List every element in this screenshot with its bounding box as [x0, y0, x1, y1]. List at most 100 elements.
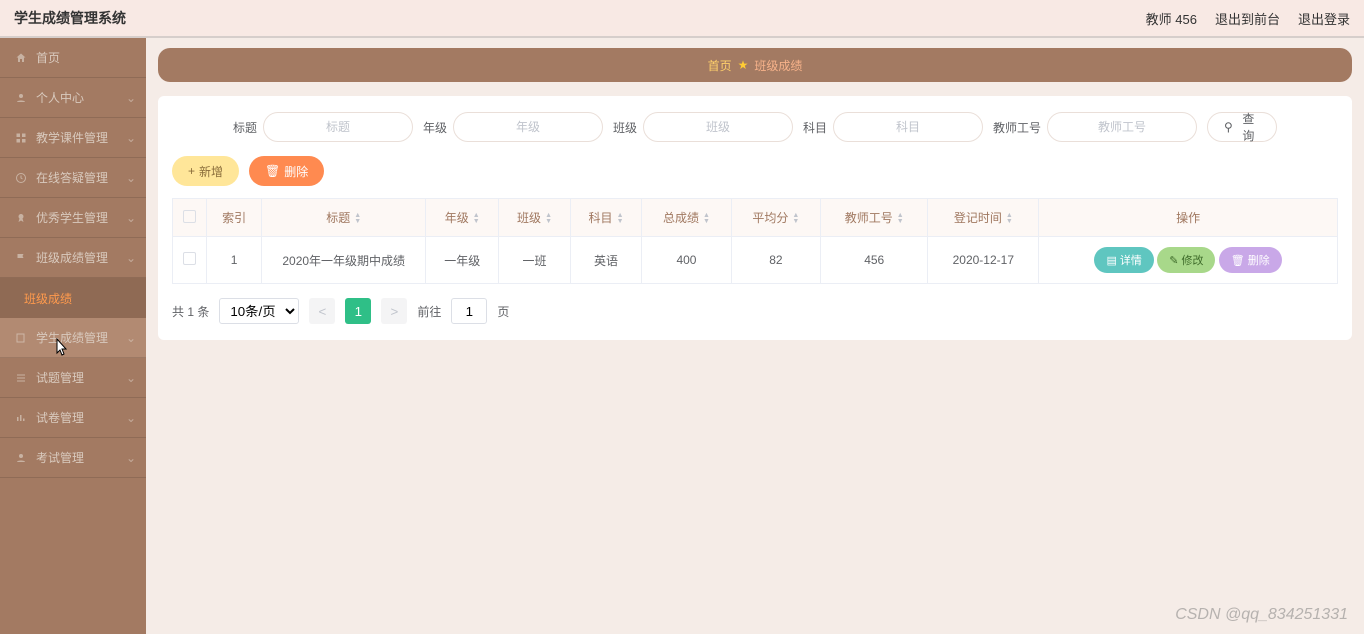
sort-icon [792, 213, 799, 225]
delete-button[interactable]: 🗑删除 [249, 156, 324, 186]
sidebar-item-profile[interactable]: 个人中心 ⌄ [0, 78, 146, 118]
grid-icon [14, 131, 28, 145]
sidebar-subitem-class-score[interactable]: 班级成绩 [0, 278, 146, 318]
cell-avg: 82 [731, 237, 820, 284]
col-title[interactable]: 标题 [262, 199, 426, 237]
filter-bar: 标题 年级 班级 科目 教师工号 ⚲查询 [172, 112, 1338, 142]
cell-subject: 英语 [570, 237, 642, 284]
edit-button[interactable]: ✎修改 [1157, 247, 1215, 273]
sort-icon [545, 213, 552, 225]
sort-icon [1006, 213, 1013, 225]
prev-page-button[interactable]: < [309, 298, 335, 324]
breadcrumb: 首页 ★ 班级成绩 [158, 48, 1352, 82]
col-avg[interactable]: 平均分 [731, 199, 820, 237]
sidebar-item-qa[interactable]: 在线答疑管理 ⌄ [0, 158, 146, 198]
flag-icon [14, 251, 28, 265]
detail-button[interactable]: ▤详情 [1094, 247, 1153, 273]
sidebar-item-label: 在线答疑管理 [36, 169, 108, 186]
cell-actions: ▤详情 ✎修改 🗑删除 [1039, 237, 1338, 284]
sidebar-item-label: 优秀学生管理 [36, 209, 108, 226]
sidebar-item-label: 首页 [36, 49, 60, 66]
star-icon: ★ [738, 58, 749, 72]
cell-title: 2020年一年级期中成绩 [262, 237, 426, 284]
sort-icon [354, 213, 361, 225]
sidebar-item-label: 个人中心 [36, 89, 84, 106]
col-actions: 操作 [1039, 199, 1338, 237]
filter-input-class[interactable] [643, 112, 793, 142]
chevron-down-icon: ⌄ [126, 371, 136, 385]
filter-input-tid[interactable] [1047, 112, 1197, 142]
main-content: 首页 ★ 班级成绩 标题 年级 班级 科目 教师工号 ⚲查询 +新增 🗑删除 索… [146, 38, 1364, 634]
sidebar-item-class-score[interactable]: 班级成绩管理 ⌄ [0, 238, 146, 278]
trash-icon: 🗑 [1231, 254, 1245, 267]
chevron-down-icon: ⌄ [126, 451, 136, 465]
filter-label-tid: 教师工号 [993, 119, 1041, 136]
exit-front-link[interactable]: 退出到前台 [1215, 9, 1280, 28]
page-1-button[interactable]: 1 [345, 298, 371, 324]
add-button[interactable]: +新增 [172, 156, 239, 186]
col-index[interactable]: 索引 [207, 199, 262, 237]
col-class[interactable]: 班级 [499, 199, 571, 237]
chevron-down-icon: ⌄ [126, 251, 136, 265]
cell-tid: 456 [821, 237, 928, 284]
sort-icon [897, 213, 904, 225]
cell-total: 400 [642, 237, 731, 284]
sidebar-item-question[interactable]: 试题管理 ⌄ [0, 358, 146, 398]
sidebar-item-label: 班级成绩 [24, 290, 72, 307]
medal-icon [14, 211, 28, 225]
select-all-checkbox[interactable] [183, 210, 196, 223]
sidebar-item-label: 教学课件管理 [36, 129, 108, 146]
breadcrumb-current: 班级成绩 [754, 57, 802, 74]
sort-icon [617, 213, 624, 225]
sidebar-item-label: 试题管理 [36, 369, 84, 386]
page-size-select[interactable]: 10条/页 [219, 298, 299, 324]
col-grade[interactable]: 年级 [426, 199, 499, 237]
row-checkbox[interactable] [183, 252, 196, 265]
sidebar-item-home[interactable]: 首页 [0, 38, 146, 78]
cell-index: 1 [207, 237, 262, 284]
row-delete-button[interactable]: 🗑删除 [1219, 247, 1282, 273]
pager-total: 共 1 条 [172, 303, 209, 320]
list-icon [14, 371, 28, 385]
table-header-row: 索引 标题 年级 班级 科目 总成绩 平均分 教师工号 登记时间 操作 [173, 199, 1338, 237]
col-total[interactable]: 总成绩 [642, 199, 731, 237]
chevron-down-icon: ⌄ [126, 171, 136, 185]
cell-grade: 一年级 [426, 237, 499, 284]
filter-input-subject[interactable] [833, 112, 983, 142]
col-date[interactable]: 登记时间 [928, 199, 1039, 237]
user-label[interactable]: 教师 456 [1146, 9, 1197, 28]
sidebar-item-label: 考试管理 [36, 449, 84, 466]
search-button[interactable]: ⚲查询 [1207, 112, 1277, 142]
actions-bar: +新增 🗑删除 [172, 156, 1338, 186]
data-table: 索引 标题 年级 班级 科目 总成绩 平均分 教师工号 登记时间 操作 1 20… [172, 198, 1338, 284]
sidebar-item-label: 班级成绩管理 [36, 249, 108, 266]
chevron-down-icon: ⌄ [126, 411, 136, 425]
bars-icon [14, 411, 28, 425]
next-page-button[interactable]: > [381, 298, 407, 324]
cell-class: 一班 [499, 237, 571, 284]
filter-input-grade[interactable] [453, 112, 603, 142]
col-subject[interactable]: 科目 [570, 199, 642, 237]
trash-icon: 🗑 [265, 164, 280, 178]
clock-icon [14, 171, 28, 185]
sidebar-item-paper[interactable]: 试卷管理 ⌄ [0, 398, 146, 438]
logout-link[interactable]: 退出登录 [1298, 9, 1350, 28]
sidebar-item-exam[interactable]: 考试管理 ⌄ [0, 438, 146, 478]
topbar-right: 教师 456 退出到前台 退出登录 [1146, 9, 1350, 28]
goto-label: 前往 [417, 303, 441, 320]
sidebar-item-label: 试卷管理 [36, 409, 84, 426]
filter-input-title[interactable] [263, 112, 413, 142]
breadcrumb-home[interactable]: 首页 [708, 57, 732, 74]
col-tid[interactable]: 教师工号 [821, 199, 928, 237]
sidebar-item-courseware[interactable]: 教学课件管理 ⌄ [0, 118, 146, 158]
app-title: 学生成绩管理系统 [14, 8, 126, 28]
sidebar-item-excellent[interactable]: 优秀学生管理 ⌄ [0, 198, 146, 238]
table-row: 1 2020年一年级期中成绩 一年级 一班 英语 400 82 456 2020… [173, 237, 1338, 284]
sidebar: 首页 个人中心 ⌄ 教学课件管理 ⌄ 在线答疑管理 ⌄ 优秀学生管理 ⌄ 班级成… [0, 38, 146, 634]
sort-icon [473, 213, 480, 225]
sidebar-item-student-score[interactable]: 学生成绩管理 ⌄ [0, 318, 146, 358]
book-icon [14, 331, 28, 345]
doc-icon: ▤ [1106, 254, 1116, 267]
goto-input[interactable] [451, 298, 487, 324]
plus-icon: + [188, 164, 195, 178]
